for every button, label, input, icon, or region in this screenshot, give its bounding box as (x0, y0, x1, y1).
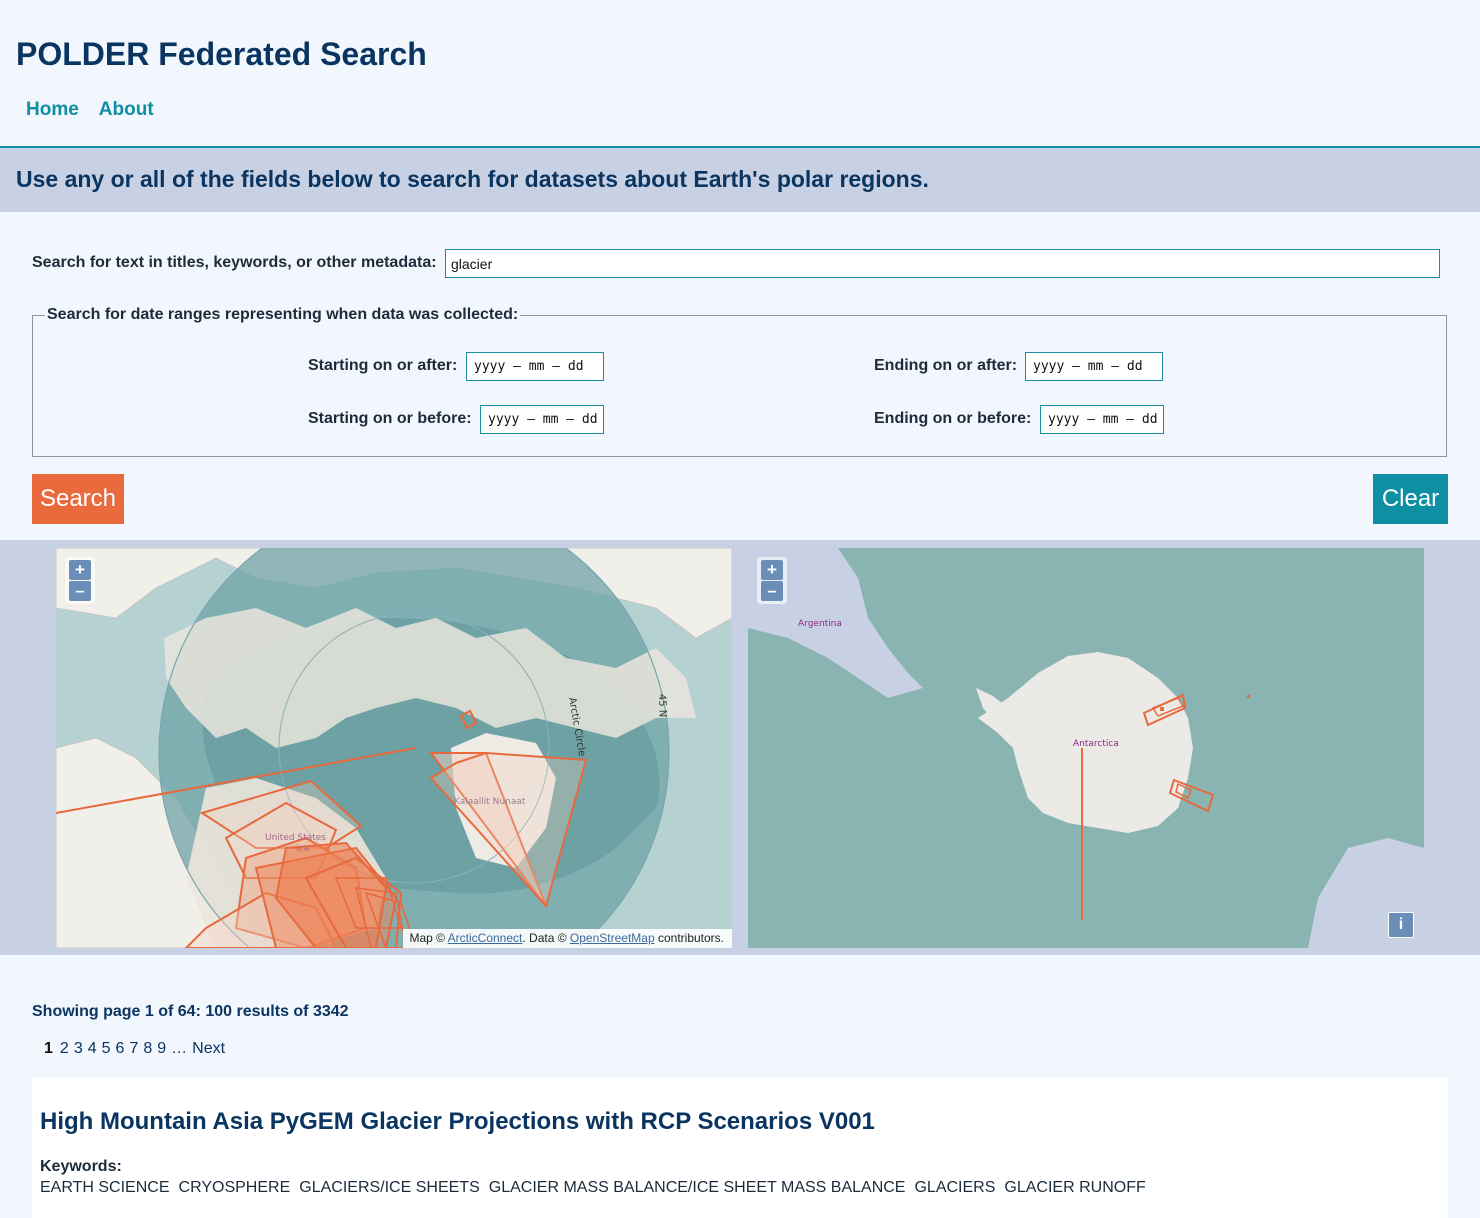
attribution-middle: . Data © (522, 931, 567, 945)
pagination-ellipsis: … (171, 1040, 188, 1057)
results-summary: Showing page 1 of 64: 100 results of 334… (32, 1003, 349, 1020)
attribution-suffix: contributors. (657, 931, 724, 945)
nav-about-link[interactable]: About (99, 99, 154, 121)
arctic-zoom-control: + – (65, 557, 95, 604)
keyword-item: CRYOSPHERE (178, 1179, 291, 1196)
pagination: 1 2 3 4 5 6 7 8 9 … Next (44, 1040, 230, 1058)
page-8-link[interactable]: 8 (143, 1040, 152, 1058)
end-after-date-input[interactable]: yyyy – mm – dd (1025, 352, 1163, 381)
start-after-label: Starting on or after: (308, 357, 458, 374)
result-card: High Mountain Asia PyGEM Glacier Project… (32, 1078, 1448, 1218)
arctic-zoom-out-button[interactable]: – (69, 581, 91, 601)
antarctic-map[interactable]: Argentina Antarctica + – i (748, 548, 1424, 948)
nav-home-link[interactable]: Home (26, 99, 79, 121)
search-button[interactable]: Search (32, 474, 124, 524)
intro-text: Use any or all of the fields below to se… (16, 166, 929, 192)
united-states-label: United States (265, 833, 326, 843)
page-1-current: 1 (44, 1040, 53, 1057)
page-6-link[interactable]: 6 (116, 1040, 125, 1058)
start-before-label: Starting on or before: (308, 410, 472, 427)
keyword-item: GLACIERS (914, 1179, 996, 1196)
start-after-date-input[interactable]: yyyy – mm – dd (466, 352, 604, 381)
start-before-date-input[interactable]: yyyy – mm – dd (480, 405, 604, 434)
antarctic-map-canvas: Argentina Antarctica (748, 548, 1424, 948)
page-5-link[interactable]: 5 (102, 1040, 111, 1058)
next-page-link[interactable]: Next (192, 1040, 225, 1058)
keywords-label: Keywords: (40, 1158, 122, 1175)
keyword-item: EARTH SCIENCE (40, 1179, 170, 1196)
page-4-link[interactable]: 4 (88, 1040, 97, 1058)
arctic-map-canvas: Arctic Circle 45 N Kalaallit Nunaat Unit… (56, 548, 732, 948)
antarctic-zoom-out-button[interactable]: – (761, 581, 783, 601)
keywords-list: EARTH SCIENCE CRYOSPHERE GLACIERS/ICE SH… (40, 1179, 1155, 1197)
map-attribution: Map © ArcticConnect. Data © OpenStreetMa… (403, 929, 732, 948)
attribution-prefix: Map © (409, 931, 445, 945)
antarctic-zoom-in-button[interactable]: + (761, 560, 783, 580)
date-range-fieldset (32, 315, 1447, 457)
clear-button[interactable]: Clear (1373, 474, 1448, 524)
result-title[interactable]: High Mountain Asia PyGEM Glacier Project… (40, 1108, 875, 1136)
antarctic-zoom-control: + – (757, 557, 787, 604)
antarctica-label: Antarctica (1073, 739, 1119, 749)
argentina-label: Argentina (798, 619, 842, 629)
keyword-item: GLACIER RUNOFF (1004, 1179, 1146, 1196)
arcticconnect-link[interactable]: ArcticConnect (448, 931, 523, 945)
keyword-item: GLACIERS/ICE SHEETS (299, 1179, 480, 1196)
arctic-map[interactable]: Arctic Circle 45 N Kalaallit Nunaat Unit… (56, 548, 732, 948)
site-title: POLDER Federated Search (16, 36, 427, 72)
page-9-link[interactable]: 9 (157, 1040, 166, 1058)
greenland-label: Kalaallit Nunaat (454, 797, 526, 807)
end-after-label: Ending on or after: (874, 357, 1018, 374)
map-info-icon[interactable]: i (1388, 912, 1414, 938)
end-before-label: Ending on or before: (874, 410, 1032, 427)
end-before-date-input[interactable]: yyyy – mm – dd (1040, 405, 1164, 434)
latitude-45n-label: 45 N (656, 694, 668, 718)
text-search-input[interactable] (445, 249, 1440, 278)
date-range-legend: Search for date ranges representing when… (45, 306, 521, 324)
page-7-link[interactable]: 7 (129, 1040, 138, 1058)
page-2-link[interactable]: 2 (60, 1040, 69, 1058)
text-search-label: Search for text in titles, keywords, or … (32, 254, 437, 271)
keyword-item: GLACIER MASS BALANCE/ICE SHEET MASS BALA… (488, 1179, 906, 1196)
page-3-link[interactable]: 3 (74, 1040, 83, 1058)
openstreetmap-link[interactable]: OpenStreetMap (570, 931, 655, 945)
intro-banner: Use any or all of the fields below to se… (0, 146, 1480, 212)
arctic-zoom-in-button[interactable]: + (69, 560, 91, 580)
main-nav: Home About (26, 99, 154, 121)
north-america-label: ica (296, 844, 309, 854)
